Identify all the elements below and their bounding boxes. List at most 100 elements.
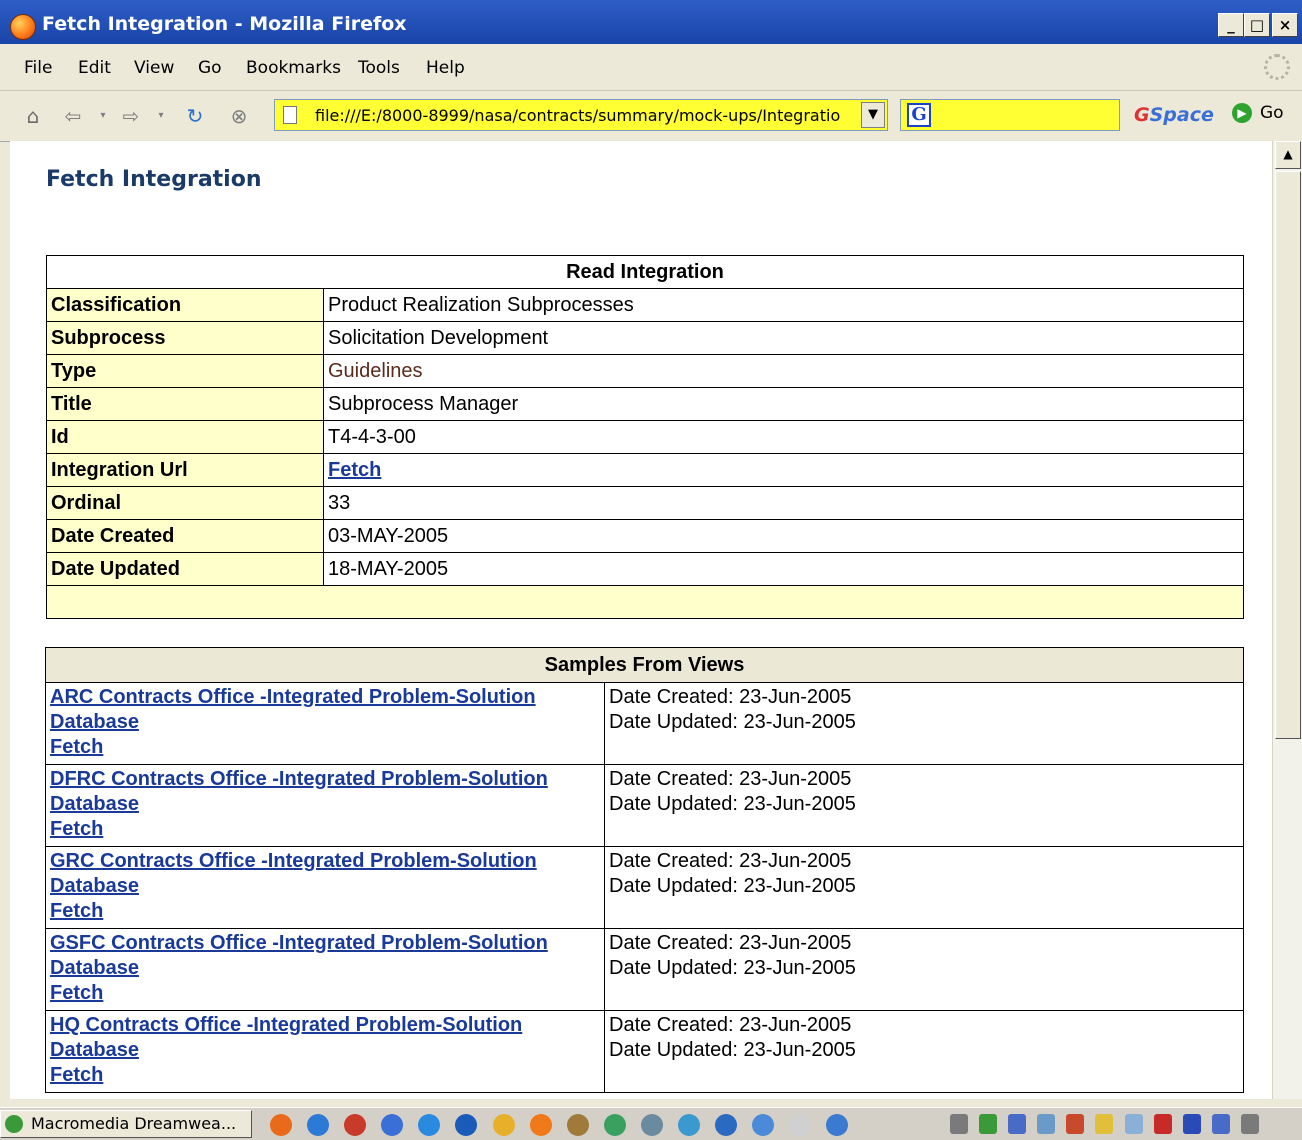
forward-icon[interactable]: ⇨ (118, 103, 144, 129)
vertical-scrollbar[interactable]: ▲ (1272, 141, 1302, 1099)
address-bar[interactable]: file:///E:/8000-8999/nasa/contracts/summ… (274, 99, 888, 131)
table-row: Ordinal 33 (46, 486, 1244, 520)
clock-quicklaunch-icon[interactable] (529, 1114, 552, 1136)
gspace-g: G (1134, 104, 1150, 126)
go-button[interactable]: ▶ Go (1232, 103, 1284, 123)
table-row: HQ Contracts Office -Integrated Problem-… (45, 1010, 1244, 1093)
sample-link-fetch[interactable]: Fetch (50, 818, 103, 840)
table-row: Date Updated 18-MAY-2005 (46, 552, 1244, 586)
sample-link-title[interactable]: ARC Contracts Office -Integrated Problem… (50, 686, 536, 708)
sample-link-title[interactable]: GRC Contracts Office -Integrated Problem… (50, 850, 537, 872)
table-row: Classification Product Realization Subpr… (46, 288, 1244, 322)
zonealarm-icon[interactable] (1153, 1114, 1172, 1134)
row-value: 18-MAY-2005 (323, 552, 1244, 586)
date-created: Date Created: 23-Jun-2005 (609, 768, 852, 790)
sample-link-title[interactable]: HQ Contracts Office -Integrated Problem-… (50, 1014, 522, 1036)
taskbar-item-dreamweaver[interactable]: Macromedia Dreamwea... (0, 1110, 252, 1138)
reload-icon[interactable]: ↻ (182, 103, 208, 129)
row-label: Integration Url (46, 453, 324, 487)
tray-icon[interactable] (1008, 1114, 1027, 1134)
app-quicklaunch-icon[interactable] (826, 1114, 849, 1136)
tray-icon[interactable] (1037, 1114, 1056, 1134)
menu-go[interactable]: Go (198, 58, 222, 78)
sample-dates-cell: Date Created: 23-Jun-2005 Date Updated: … (604, 764, 1244, 847)
sample-link-title[interactable]: DFRC Contracts Office -Integrated Proble… (50, 768, 548, 790)
taskbar-item-label: Macromedia Dreamwea... (31, 1114, 237, 1133)
scroll-thumb[interactable] (1275, 171, 1301, 739)
sample-link-database[interactable]: Database (50, 957, 139, 979)
tray-icon[interactable] (1095, 1114, 1114, 1134)
table-row: Id T4-4-3-00 (46, 420, 1244, 454)
url-dropdown-icon[interactable]: ▼ (861, 102, 885, 128)
acrobat-quicklaunch-icon[interactable] (344, 1114, 367, 1136)
tools-quicklaunch-icon[interactable] (566, 1114, 589, 1136)
back-icon[interactable]: ⇦ (60, 103, 86, 129)
network-icon[interactable] (1211, 1114, 1230, 1134)
mozilla-quicklaunch-icon[interactable] (455, 1114, 478, 1136)
url-text[interactable]: file:///E:/8000-8999/nasa/contracts/summ… (315, 106, 855, 125)
sample-link-fetch[interactable]: Fetch (50, 1064, 103, 1086)
table-row: Subprocess Solicitation Development (46, 321, 1244, 355)
play-quicklaunch-icon[interactable] (715, 1114, 738, 1136)
tray-icon[interactable] (979, 1114, 998, 1134)
sample-link-title[interactable]: GSFC Contracts Office -Integrated Proble… (50, 932, 548, 954)
firefox-icon (10, 14, 36, 40)
gspace-rest: Space (1149, 104, 1214, 126)
quick-launch (270, 1114, 858, 1136)
back-dropdown-icon[interactable]: ▾ (90, 103, 116, 129)
tray-icon[interactable] (1124, 1114, 1143, 1134)
doc-quicklaunch-icon[interactable] (789, 1114, 812, 1136)
table-row: DFRC Contracts Office -Integrated Proble… (45, 764, 1244, 847)
footer-cell (46, 585, 1244, 619)
minimize-button[interactable]: _ (1218, 13, 1244, 37)
ie-quicklaunch-icon[interactable] (418, 1114, 441, 1136)
sample-dates-cell: Date Created: 23-Jun-2005 Date Updated: … (604, 1010, 1244, 1093)
tray-icon[interactable] (1066, 1114, 1085, 1134)
system-tray (950, 1114, 1265, 1138)
sample-link-fetch[interactable]: Fetch (50, 900, 103, 922)
dreamweaver-icon (5, 1115, 23, 1133)
row-label: Type (46, 354, 324, 388)
speaker-icon[interactable] (1240, 1114, 1259, 1134)
close-button[interactable]: × (1272, 13, 1298, 37)
search-box[interactable]: G (900, 99, 1120, 131)
firefox-quicklaunch-icon[interactable] (270, 1114, 292, 1136)
row-value: Fetch (323, 453, 1244, 487)
integration-url-link[interactable]: Fetch (328, 459, 381, 481)
gspace-button[interactable]: GSpace (1134, 104, 1214, 126)
read-integration-header: Read Integration (46, 255, 1244, 289)
menu-view[interactable]: View (134, 58, 174, 78)
chat-quicklaunch-icon[interactable] (678, 1114, 701, 1136)
stop-icon[interactable]: ⊗ (226, 103, 252, 129)
sample-dates-cell: Date Created: 23-Jun-2005 Date Updated: … (604, 682, 1244, 765)
menu-bookmarks[interactable]: Bookmarks (246, 58, 341, 78)
sample-link-database[interactable]: Database (50, 875, 139, 897)
sample-link-database[interactable]: Database (50, 793, 139, 815)
tray-icon[interactable] (950, 1114, 968, 1134)
sample-link-database[interactable]: Database (50, 711, 139, 733)
home-icon[interactable]: ⌂ (20, 103, 46, 129)
menu-help[interactable]: Help (426, 58, 465, 78)
date-created: Date Created: 23-Jun-2005 (609, 850, 852, 872)
menu-file[interactable]: File (24, 58, 52, 78)
sample-link-database[interactable]: Database (50, 1039, 139, 1061)
media-quicklaunch-icon[interactable] (603, 1114, 626, 1136)
taskbar: Macromedia Dreamwea... (0, 1107, 1302, 1140)
sample-link-fetch[interactable]: Fetch (50, 736, 103, 758)
maximize-button[interactable]: □ (1244, 13, 1270, 37)
outlook-quicklaunch-icon[interactable] (381, 1114, 404, 1136)
shield-icon[interactable] (1182, 1114, 1201, 1134)
folder-quicklaunch-icon[interactable] (492, 1114, 515, 1136)
menu-tools[interactable]: Tools (358, 58, 400, 78)
phone-quicklaunch-icon[interactable] (640, 1114, 663, 1136)
bin-quicklaunch-icon[interactable] (752, 1114, 775, 1136)
globe-quicklaunch-icon[interactable] (307, 1114, 330, 1136)
forward-dropdown-icon[interactable]: ▾ (148, 103, 174, 129)
table-row: Title Subprocess Manager (46, 387, 1244, 421)
menu-edit[interactable]: Edit (78, 58, 111, 78)
table-row: GRC Contracts Office -Integrated Problem… (45, 846, 1244, 929)
row-label: Date Created (46, 519, 324, 553)
scroll-up-icon[interactable]: ▲ (1275, 141, 1301, 169)
sample-link-fetch[interactable]: Fetch (50, 982, 103, 1004)
google-search-icon[interactable]: G (907, 103, 931, 127)
